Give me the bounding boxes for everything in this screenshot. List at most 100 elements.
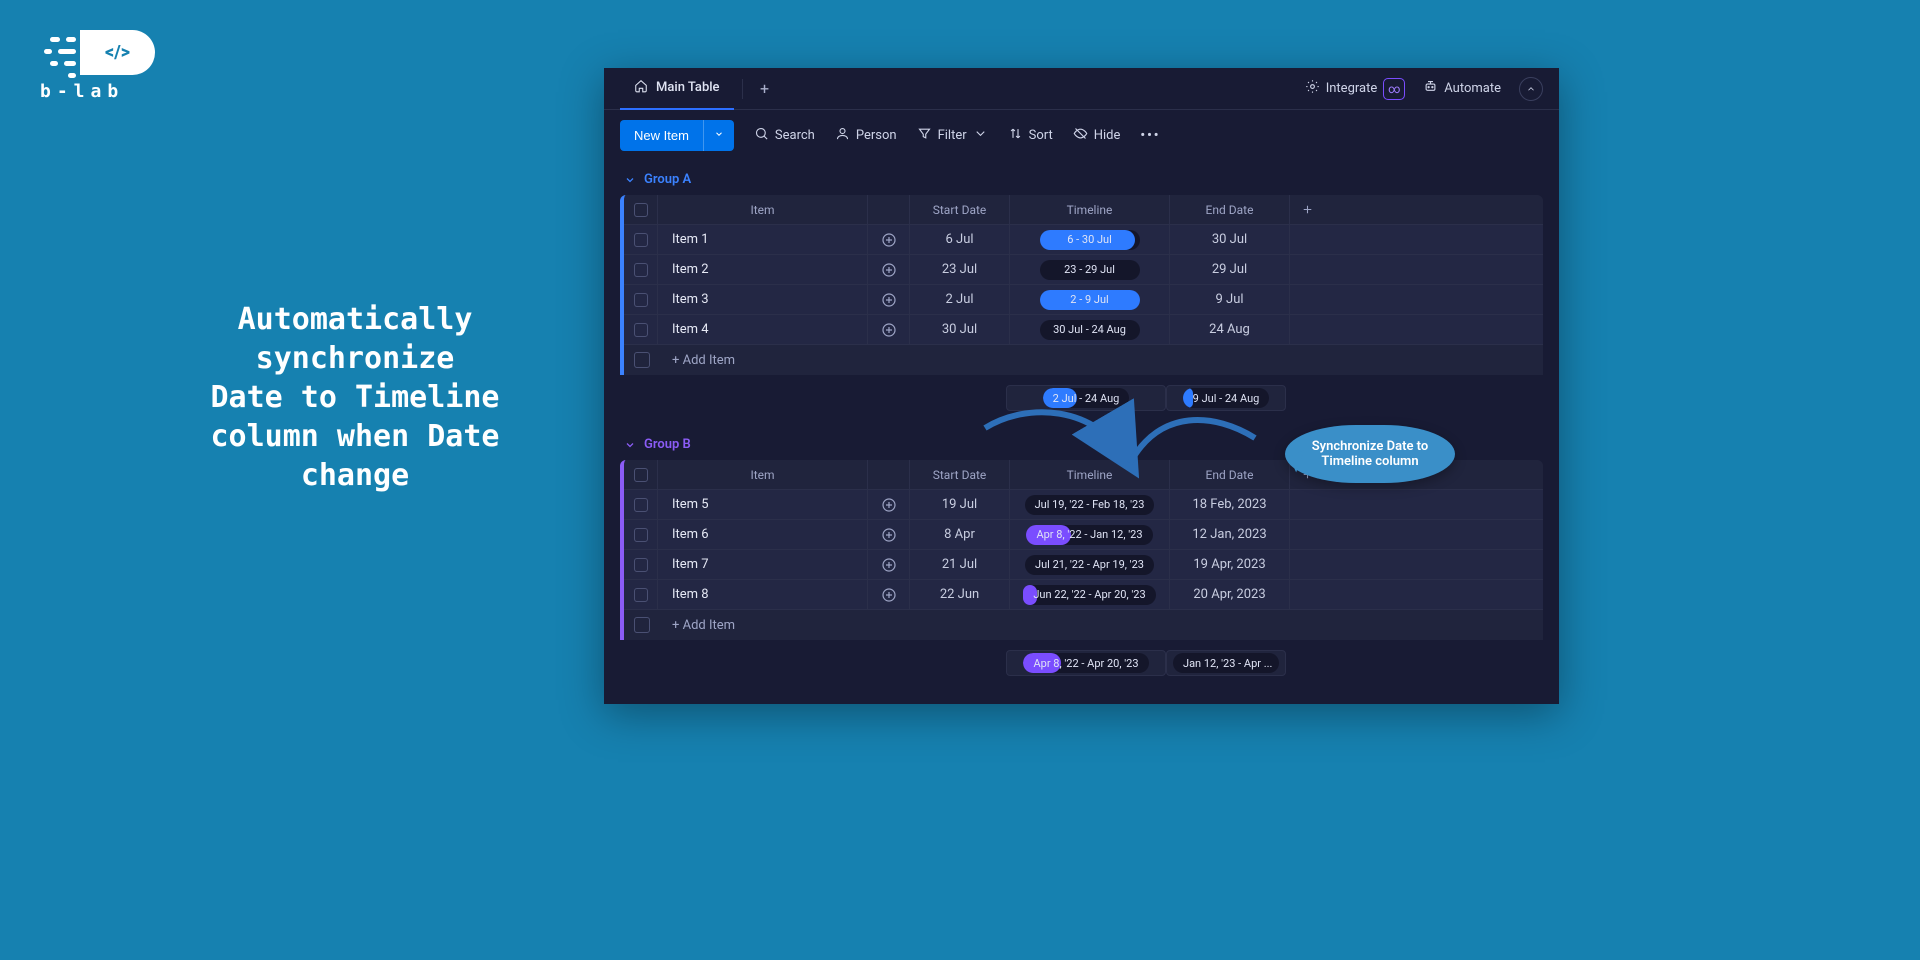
timeline-cell[interactable]: Jul 19, '22 - Feb 18, '23 <box>1010 490 1170 519</box>
integrate-button[interactable]: Integrate ∞ <box>1305 78 1406 100</box>
conversation-button[interactable] <box>868 225 910 254</box>
table-row[interactable]: Item 3 2 Jul2 - 9 Jul9 Jul <box>624 285 1543 315</box>
person-button[interactable]: Person <box>835 126 897 145</box>
conversation-button[interactable] <box>868 550 910 579</box>
row-checkbox[interactable] <box>624 520 658 549</box>
infinity-icon: ∞ <box>1383 78 1405 100</box>
timeline-cell[interactable]: 2 - 9 Jul <box>1010 285 1170 314</box>
row-checkbox[interactable] <box>624 315 658 344</box>
select-all-checkbox[interactable] <box>624 460 658 489</box>
select-all-checkbox[interactable] <box>624 195 658 224</box>
tab-main-table[interactable]: Main Table <box>620 68 734 110</box>
table-row[interactable]: Item 5 19 JulJul 19, '22 - Feb 18, '2318 … <box>624 490 1543 520</box>
end-date-cell[interactable]: 18 Feb, 2023 <box>1170 490 1290 519</box>
conversation-button[interactable] <box>868 520 910 549</box>
item-name[interactable]: Item 7 <box>658 550 868 579</box>
add-update-icon <box>876 261 901 279</box>
add-item-button[interactable]: + Add Item <box>624 610 1543 640</box>
col-item[interactable]: Item <box>658 195 868 224</box>
conversation-button[interactable] <box>868 255 910 284</box>
table-header-row: Item Start DateTimelineEnd Date <box>624 195 1543 225</box>
row-checkbox[interactable] <box>624 550 658 579</box>
end-date-cell[interactable]: 20 Apr, 2023 <box>1170 580 1290 609</box>
conversation-button[interactable] <box>868 580 910 609</box>
more-button[interactable]: ••• <box>1140 128 1160 143</box>
timeline-cell[interactable]: Jul 21, '22 - Apr 19, '23 <box>1010 550 1170 579</box>
table-row[interactable]: Item 6 8 AprApr 8, '22 - Jan 12, '2312 Ja… <box>624 520 1543 550</box>
col-end-date[interactable]: End Date <box>1170 460 1290 489</box>
add-update-icon <box>876 231 901 249</box>
end-date-cell[interactable]: 19 Apr, 2023 <box>1170 550 1290 579</box>
row-checkbox[interactable] <box>624 285 658 314</box>
summary-end-date: Jan 12, '23 - Apr ... <box>1166 650 1286 676</box>
start-date-cell[interactable]: 19 Jul <box>910 490 1010 519</box>
col-start-date[interactable]: Start Date <box>910 195 1010 224</box>
start-date-cell[interactable]: 21 Jul <box>910 550 1010 579</box>
sort-button[interactable]: Sort <box>1008 126 1053 145</box>
col-timeline[interactable]: Timeline <box>1010 195 1170 224</box>
start-date-cell[interactable]: 30 Jul <box>910 315 1010 344</box>
timeline-cell[interactable]: 23 - 29 Jul <box>1010 255 1170 284</box>
hide-button[interactable]: Hide <box>1073 126 1121 145</box>
add-column-button[interactable] <box>1290 195 1324 224</box>
col-item[interactable]: Item <box>658 460 868 489</box>
table-row[interactable]: Item 7 21 JulJul 21, '22 - Apr 19, '2319 … <box>624 550 1543 580</box>
person-icon <box>835 126 850 145</box>
brand-name: b-lab <box>40 81 155 102</box>
group-table: Item Start DateTimelineEnd Date Item 5 19 J… <box>620 460 1543 640</box>
item-name[interactable]: Item 1 <box>658 225 868 254</box>
item-name[interactable]: Item 2 <box>658 255 868 284</box>
filter-button[interactable]: Filter <box>917 126 988 145</box>
end-date-cell[interactable]: 30 Jul <box>1170 225 1290 254</box>
row-checkbox[interactable] <box>624 490 658 519</box>
start-date-cell[interactable]: 6 Jul <box>910 225 1010 254</box>
start-date-cell[interactable]: 8 Apr <box>910 520 1010 549</box>
table-row[interactable]: Item 1 6 Jul6 - 30 Jul30 Jul <box>624 225 1543 255</box>
item-name[interactable]: Item 4 <box>658 315 868 344</box>
row-checkbox[interactable] <box>624 580 658 609</box>
row-checkbox[interactable] <box>624 225 658 254</box>
add-update-icon <box>876 556 901 574</box>
new-item-main[interactable]: New Item <box>620 120 703 151</box>
add-item-button[interactable]: + Add Item <box>624 345 1543 375</box>
end-date-cell[interactable]: 12 Jan, 2023 <box>1170 520 1290 549</box>
conversation-button[interactable] <box>868 490 910 519</box>
search-icon <box>754 126 769 145</box>
timeline-cell[interactable]: 30 Jul - 24 Aug <box>1010 315 1170 344</box>
col-timeline[interactable]: Timeline <box>1010 460 1170 489</box>
table-row[interactable]: Item 8 22 JunJun 22, '22 - Apr 20, '2320 … <box>624 580 1543 610</box>
new-item-button[interactable]: New Item <box>620 120 734 151</box>
hide-icon <box>1073 126 1088 145</box>
search-button[interactable]: Search <box>754 126 815 145</box>
col-conversation <box>868 460 910 489</box>
start-date-cell[interactable]: 22 Jun <box>910 580 1010 609</box>
timeline-cell[interactable]: 6 - 30 Jul <box>1010 225 1170 254</box>
add-update-icon <box>876 526 901 544</box>
app-window: Main Table + Integrate ∞ Automate <box>604 68 1559 704</box>
conversation-button[interactable] <box>868 285 910 314</box>
new-item-dropdown[interactable] <box>703 120 734 151</box>
conversation-button[interactable] <box>868 315 910 344</box>
item-name[interactable]: Item 3 <box>658 285 868 314</box>
item-name[interactable]: Item 6 <box>658 520 868 549</box>
timeline-cell[interactable]: Jun 22, '22 - Apr 20, '23 <box>1010 580 1170 609</box>
item-name[interactable]: Item 8 <box>658 580 868 609</box>
col-start-date[interactable]: Start Date <box>910 460 1010 489</box>
table-row[interactable]: Item 2 23 Jul23 - 29 Jul29 Jul <box>624 255 1543 285</box>
group-header[interactable]: Group A <box>620 172 1543 195</box>
timeline-cell[interactable]: Apr 8, '22 - Jan 12, '23 <box>1010 520 1170 549</box>
collapse-button[interactable] <box>1519 77 1543 101</box>
table-row[interactable]: Item 4 30 Jul30 Jul - 24 Aug24 Aug <box>624 315 1543 345</box>
divider <box>742 79 743 99</box>
row-checkbox[interactable] <box>624 255 658 284</box>
automate-button[interactable]: Automate <box>1423 79 1501 98</box>
col-end-date[interactable]: End Date <box>1170 195 1290 224</box>
start-date-cell[interactable]: 23 Jul <box>910 255 1010 284</box>
add-tab-button[interactable]: + <box>751 75 779 103</box>
end-date-cell[interactable]: 24 Aug <box>1170 315 1290 344</box>
integrate-icon <box>1305 79 1320 98</box>
end-date-cell[interactable]: 9 Jul <box>1170 285 1290 314</box>
start-date-cell[interactable]: 2 Jul <box>910 285 1010 314</box>
end-date-cell[interactable]: 29 Jul <box>1170 255 1290 284</box>
item-name[interactable]: Item 5 <box>658 490 868 519</box>
